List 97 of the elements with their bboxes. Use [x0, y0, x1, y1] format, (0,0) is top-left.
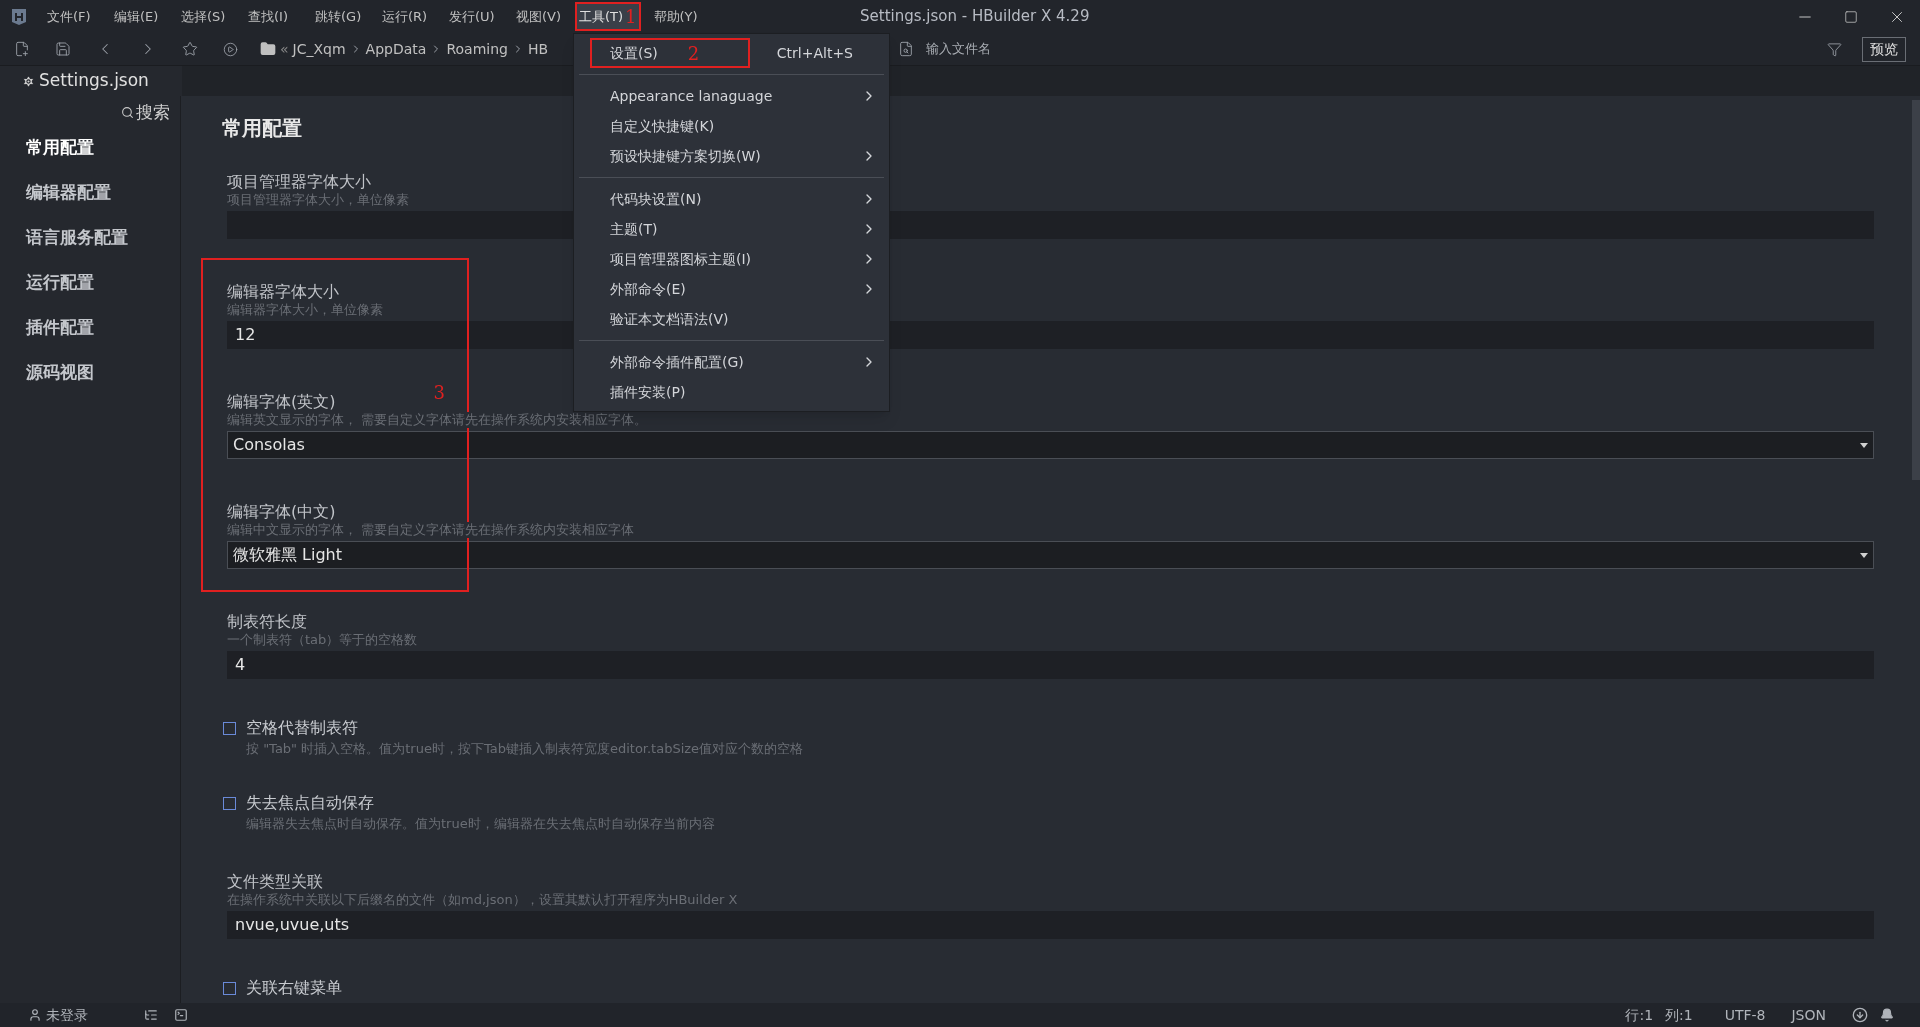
- setting-label: 编辑器字体大小: [227, 282, 339, 302]
- encoding[interactable]: UTF-8: [1724, 1004, 1766, 1026]
- setting-description: 按 "Tab" 时插入空格。值为true时，按下Tab键插入制表符宽度editor.tabSize值对应个数的空格: [246, 741, 804, 757]
- sidebar-item[interactable]: 常用配置: [0, 131, 180, 163]
- language-mode[interactable]: JSON: [1791, 1004, 1826, 1026]
- setting-label: 空格代替制表符: [246, 718, 358, 738]
- section-title: 常用配置: [222, 116, 302, 140]
- filter-icon[interactable]: [1827, 41, 1842, 57]
- checkbox[interactable]: [223, 796, 236, 810]
- outline-icon[interactable]: [144, 1008, 158, 1022]
- setting-label: 项目管理器字体大小: [227, 172, 371, 192]
- setting-label: 文件类型关联: [227, 872, 323, 892]
- window-title: Settings.json - HBuilder X 4.29: [860, 6, 1090, 28]
- menu-option[interactable]: 自定义快捷键(K): [574, 111, 889, 141]
- menu-option[interactable]: 项目管理器图标主题(I): [574, 244, 889, 274]
- menu-option-label: 项目管理器图标主题(I): [610, 249, 752, 269]
- font-dropdown[interactable]: 微软雅黑 Light: [227, 541, 1874, 569]
- setting-description: 编辑器失去焦点时自动保存。值为true时，编辑器在失去焦点时自动保存当前内容: [246, 816, 715, 832]
- terminal-icon[interactable]: [174, 1008, 188, 1022]
- menu-option[interactable]: 插件安装(P): [574, 377, 889, 407]
- menu-option-label: Appearance lanaguage: [610, 86, 773, 106]
- dropdown-arrow-icon: [1860, 442, 1868, 448]
- download-icon[interactable]: [1852, 1007, 1868, 1023]
- breadcrumb-item[interactable]: Roaming: [446, 38, 508, 60]
- sidebar-item[interactable]: 插件配置: [0, 311, 180, 343]
- menu-option-label: 主题(T): [610, 219, 658, 239]
- annotation-number: 2: [687, 41, 700, 66]
- menu-option[interactable]: 外部命令(E): [574, 274, 889, 304]
- maximize-icon[interactable]: [1844, 9, 1858, 24]
- setting-label: 失去焦点自动保存: [246, 793, 374, 813]
- shortcut-text: Ctrl+Alt+S: [776, 43, 853, 63]
- breadcrumb-item[interactable]: HB: [527, 38, 549, 60]
- bell-icon[interactable]: [1880, 1008, 1894, 1022]
- input-field[interactable]: nvue,uvue,uts: [227, 911, 1874, 939]
- setting-label: 制表符长度: [227, 612, 307, 632]
- sidebar-item[interactable]: 语言服务配置: [0, 221, 180, 253]
- menu-option[interactable]: 设置(S) 2 Ctrl+Alt+S: [574, 38, 889, 68]
- setting-label: 编辑字体(中文): [227, 502, 336, 522]
- setting-description: 编辑器字体大小，单位像素: [227, 302, 383, 318]
- setting-description: 在操作系统中关联以下后缀名的文件（如md,json），设置其默认打开程序为HBuilder X: [227, 892, 738, 908]
- menu-item[interactable]: 发行(U): [445, 2, 503, 31]
- editor-tab[interactable]: Settings.json: [0, 66, 182, 96]
- cursor-position[interactable]: 行:1: [1625, 1004, 1654, 1026]
- menu-item[interactable]: 文件(F): [43, 2, 101, 31]
- breadcrumb-item[interactable]: AppData: [365, 38, 427, 60]
- menu-option[interactable]: 预设快捷键方案切换(W): [574, 141, 889, 171]
- app-logo-icon: [10, 7, 28, 26]
- setting-description: 编辑中文显示的字体， 需要自定义字体请先在操作系统内安装相应字体: [227, 522, 635, 538]
- menu-item[interactable]: 编辑(E): [110, 2, 168, 31]
- menu-item[interactable]: 查找(I): [244, 2, 302, 31]
- annotation-number: 1: [625, 5, 637, 29]
- menu-item[interactable]: 工具(T)1: [575, 2, 641, 31]
- menu-option[interactable]: Appearance lanaguage: [574, 81, 889, 111]
- run-icon[interactable]: [223, 41, 238, 57]
- menu-option-label: 外部命令插件配置(G): [610, 352, 744, 372]
- gear-icon: [22, 74, 35, 88]
- menu-option[interactable]: 外部命令插件配置(G): [574, 347, 889, 377]
- dropdown-arrow-icon: [1860, 552, 1868, 558]
- annotation-number: 3: [433, 380, 445, 405]
- menu-option[interactable]: 代码块设置(N): [574, 184, 889, 214]
- star-icon[interactable]: [182, 41, 198, 57]
- checkbox[interactable]: [223, 981, 236, 995]
- checkbox[interactable]: [223, 721, 236, 735]
- menu-item[interactable]: 跳转(G): [311, 2, 369, 31]
- menu-item[interactable]: 运行(R): [378, 2, 436, 31]
- menu-item[interactable]: 视图(V): [512, 2, 570, 31]
- menu-option-label: 预设快捷键方案切换(W): [610, 146, 761, 166]
- sidebar-item[interactable]: 源码视图: [0, 356, 180, 388]
- preview-button[interactable]: 预览: [1862, 36, 1906, 62]
- menu-item[interactable]: 帮助(Y): [649, 2, 708, 31]
- login-status[interactable]: 未登录: [46, 1004, 88, 1026]
- folder-icon: [260, 41, 276, 57]
- font-dropdown[interactable]: Consolas: [227, 431, 1874, 459]
- user-icon[interactable]: [28, 1008, 42, 1022]
- setting-description: 项目管理器字体大小，单位像素: [227, 192, 409, 208]
- menu-option-label: 设置(S) 2: [590, 38, 750, 68]
- cursor-position[interactable]: 列:1: [1665, 1004, 1693, 1026]
- search-icon[interactable]: [121, 106, 134, 120]
- setting-label: 编辑字体(英文): [227, 392, 336, 412]
- new-file-icon[interactable]: [14, 41, 30, 57]
- setting-label: 关联右键菜单: [246, 978, 342, 998]
- save-icon[interactable]: [55, 41, 71, 57]
- sidebar-item[interactable]: 编辑器配置: [0, 176, 180, 208]
- menu-item[interactable]: 选择(S): [177, 2, 235, 31]
- breadcrumb-item[interactable]: JC_Xqm: [292, 38, 346, 60]
- sidebar-search-link[interactable]: 搜索: [136, 100, 170, 126]
- menu-option[interactable]: 主题(T): [574, 214, 889, 244]
- menu-option-label: 插件安装(P): [610, 382, 686, 402]
- search-icon: [898, 41, 915, 57]
- breadcrumb-separator: «: [280, 39, 289, 59]
- file-search-field[interactable]: 输入文件名: [926, 39, 1327, 59]
- input-field[interactable]: 4: [227, 651, 1874, 679]
- menu-option-label: 自定义快捷键(K): [610, 116, 715, 136]
- sidebar-item[interactable]: 运行配置: [0, 266, 180, 298]
- menu-option-label: 代码块设置(N): [610, 189, 702, 209]
- menu-option-label: 外部命令(E): [610, 279, 686, 299]
- menu-item-label: 工具(T): [579, 7, 624, 26]
